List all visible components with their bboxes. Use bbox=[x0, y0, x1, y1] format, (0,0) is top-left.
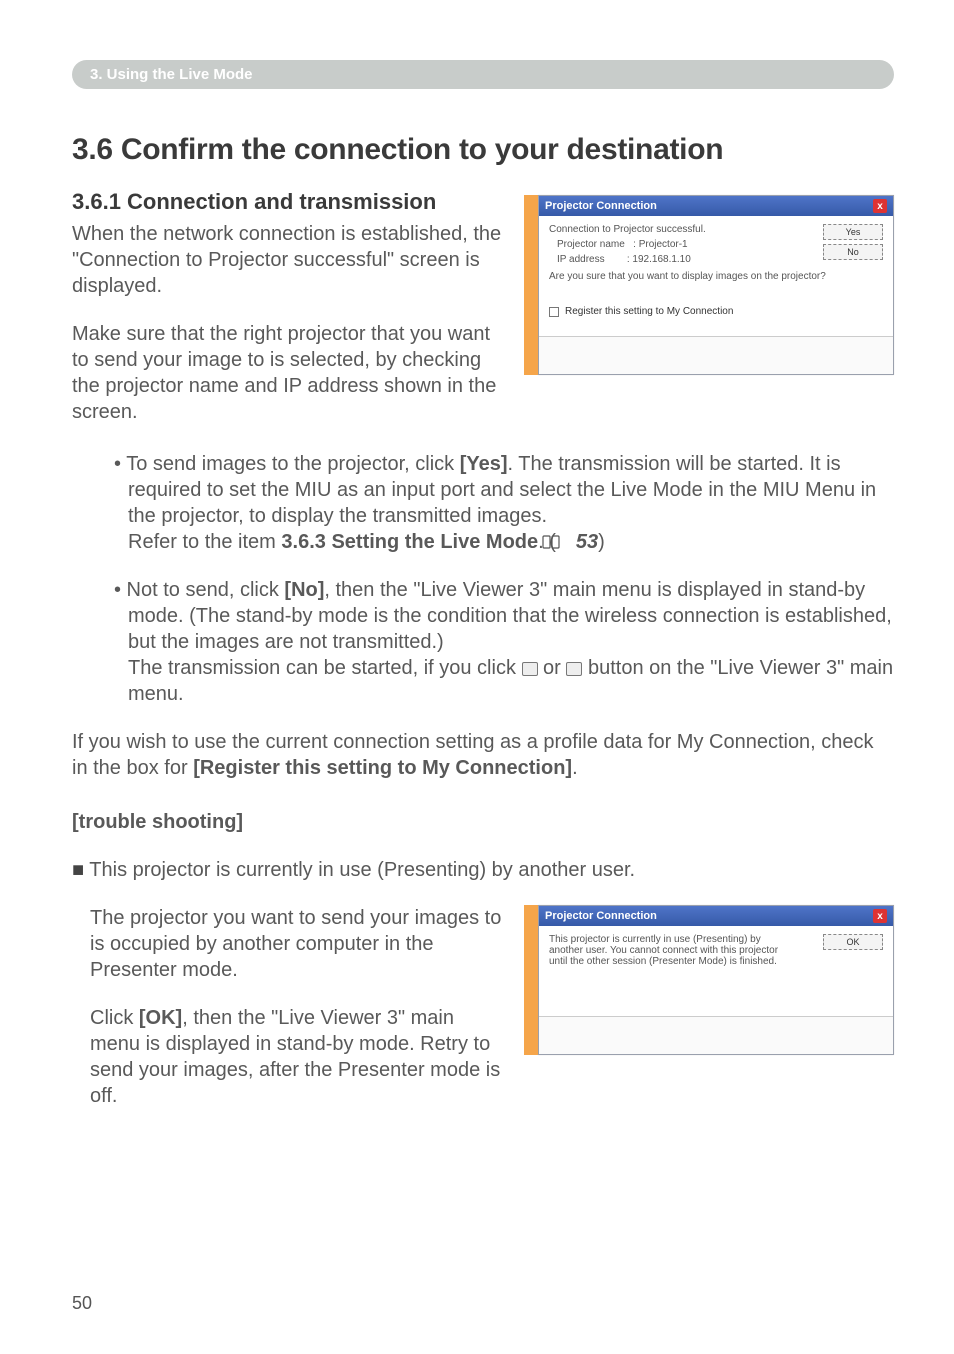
projector-name-label: Projector name bbox=[557, 239, 625, 250]
ts-bullet: This projector is currently in use (Pres… bbox=[72, 857, 894, 883]
register-checkbox[interactable] bbox=[549, 307, 559, 317]
dialog-confirm-text: Are you sure that you want to display im… bbox=[549, 271, 883, 282]
subsection-heading: 3.6.1 Connection and transmission bbox=[72, 189, 508, 215]
troubleshooting-heading: [trouble shooting] bbox=[72, 809, 894, 835]
bullet-no: • Not to send, click [No], then the "Liv… bbox=[114, 577, 894, 707]
connection-success-dialog: Projector Connection x Yes No Connection… bbox=[538, 195, 894, 375]
section-bar: 3. Using the Live Mode bbox=[72, 60, 894, 89]
page-number: 50 bbox=[72, 1293, 92, 1314]
close-icon[interactable]: x bbox=[873, 199, 887, 213]
dialog-title: Projector Connection bbox=[545, 200, 657, 212]
ts-paragraph-2: Click [OK], then the "Live Viewer 3" mai… bbox=[90, 1005, 504, 1109]
dialog-accent-bar bbox=[524, 195, 538, 375]
ok-button[interactable]: OK bbox=[823, 934, 883, 950]
dialog-title: Projector Connection bbox=[545, 910, 657, 922]
register-note: If you wish to use the current connectio… bbox=[72, 729, 894, 781]
register-checkbox-label: Register this setting to My Connection bbox=[565, 306, 733, 317]
intro-paragraph-1: When the network connection is establish… bbox=[72, 221, 508, 299]
page-title: 3.6 Confirm the connection to your desti… bbox=[72, 133, 894, 167]
ip-address-label: IP address bbox=[557, 254, 605, 265]
projector-name-value: : Projector-1 bbox=[633, 239, 687, 250]
intro-paragraph-2: Make sure that the right projector that … bbox=[72, 321, 508, 425]
dialog-footer bbox=[539, 336, 893, 374]
yes-button[interactable]: Yes bbox=[823, 224, 883, 240]
book-icon bbox=[556, 530, 574, 544]
dialog-footer bbox=[539, 1016, 893, 1054]
bullet-yes: • To send images to the projector, click… bbox=[114, 451, 894, 555]
close-icon[interactable]: x bbox=[873, 909, 887, 923]
projector-in-use-dialog: Projector Connection x OK This projector… bbox=[538, 905, 894, 1055]
dialog-accent-bar bbox=[524, 905, 538, 1055]
ip-address-value: : 192.168.1.10 bbox=[627, 254, 691, 265]
dialog-message: This projector is currently in use (Pres… bbox=[549, 934, 789, 967]
play-icon bbox=[522, 662, 538, 676]
display-icon bbox=[566, 662, 582, 676]
ts-paragraph-1: The projector you want to send your imag… bbox=[90, 905, 504, 983]
no-button[interactable]: No bbox=[823, 244, 883, 260]
